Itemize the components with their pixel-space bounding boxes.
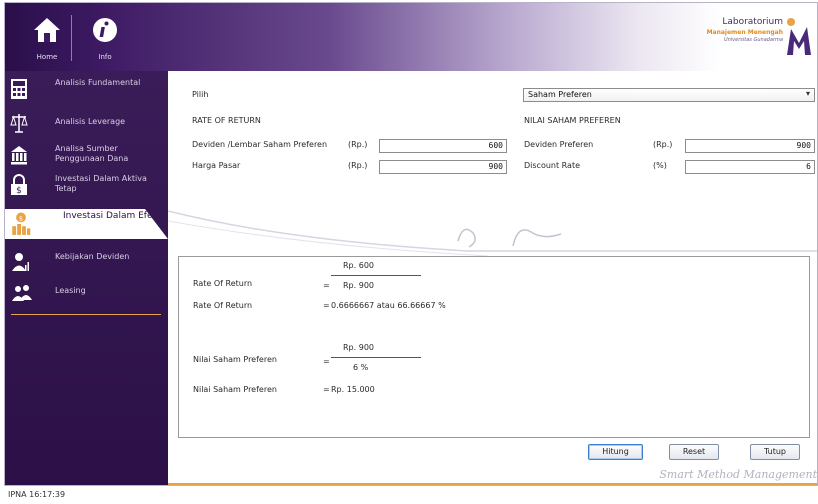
- pilih-select-value: Saham Preferen: [528, 90, 592, 99]
- status-text: IPNA 16:17:39: [8, 490, 66, 499]
- discount-rate-label: Discount Rate: [524, 161, 581, 170]
- ror-result: 0.6666667 atau 66.66667 %: [331, 301, 446, 310]
- deviden-preferen-field[interactable]: 900: [685, 139, 815, 153]
- ror-label-1: Rate Of Return: [193, 279, 253, 288]
- calculator-icon: [11, 79, 27, 99]
- nsp-denominator: 6 %: [353, 363, 369, 372]
- deviden-label: Deviden /Lembar Saham Preferen: [192, 140, 328, 149]
- app-window: Home Info Laboratorium Manajemen Menenga…: [4, 2, 818, 486]
- sidebar-item-label: Analisa Sumber Penggunaan Dana: [55, 144, 129, 163]
- brand-university: Universitas Gunadarma: [723, 37, 783, 43]
- coins-chart-icon: $: [12, 212, 31, 235]
- home-label: Home: [36, 53, 58, 61]
- ror-equals-2: =: [323, 301, 330, 310]
- bottom-accent-bar: [168, 483, 817, 485]
- watermark-text: Smart Method Management: [659, 468, 817, 481]
- ror-denominator: Rp. 900: [343, 281, 374, 290]
- harga-pasar-unit: (Rp.): [348, 161, 368, 170]
- home-button[interactable]: Home: [25, 13, 69, 63]
- brand-title: Laboratorium: [722, 17, 783, 27]
- decorative-swoosh: [168, 210, 817, 257]
- sidebar-item-investasi-efek[interactable]: $ Investasi Dalam Efek: [5, 209, 168, 239]
- ror-label-2: Rate Of Return: [193, 301, 253, 310]
- person-chart-icon: [12, 253, 29, 271]
- lock-dollar-icon: $: [11, 174, 27, 196]
- results-panel: Rate Of Return = Rp. 600 Rp. 900 Rate Of…: [178, 256, 810, 438]
- tutup-button[interactable]: Tutup: [750, 444, 800, 460]
- people-icon: [12, 285, 32, 301]
- info-icon: [93, 18, 117, 42]
- info-label: Info: [98, 53, 112, 61]
- sidebar: Analisis Fundamental Analisis Leverage A…: [5, 71, 168, 485]
- sidebar-item-label: Analisis Fundamental: [55, 78, 141, 87]
- brand-subtitle: Manajemen Menengah: [706, 29, 783, 36]
- sidebar-item-analisis-fundamental[interactable]: Analisis Fundamental: [5, 75, 168, 105]
- sidebar-item-investasi-aktiva[interactable]: $ Investasi Dalam Aktiva Tetap: [5, 171, 168, 201]
- nsp-equals-2: =: [323, 385, 330, 394]
- sidebar-item-label: Kebijakan Deviden: [55, 252, 130, 261]
- sidebar-item-label: Investasi Dalam Efek: [63, 211, 158, 221]
- ror-equals-1: =: [323, 281, 330, 290]
- nsp-label-2: Nilai Saham Preferen: [193, 385, 277, 394]
- ror-heading: RATE OF RETURN: [192, 116, 261, 125]
- fraction-line: [331, 275, 421, 276]
- info-button[interactable]: Info: [83, 13, 127, 63]
- sidebar-divider: [11, 314, 161, 315]
- nsp-result: Rp. 15.000: [331, 385, 375, 394]
- bank-icon: [11, 146, 27, 165]
- svg-text:$: $: [16, 186, 22, 196]
- sidebar-item-leasing[interactable]: Leasing: [5, 279, 168, 309]
- nsp-equals-1: =: [323, 357, 330, 366]
- chevron-down-icon: ▾: [805, 89, 810, 98]
- deviden-field[interactable]: 600: [379, 139, 507, 153]
- deviden-unit: (Rp.): [348, 140, 368, 149]
- sidebar-item-label: Leasing: [55, 286, 86, 295]
- pilih-select[interactable]: Saham Preferen ▾: [523, 88, 815, 102]
- header-divider: [71, 15, 72, 61]
- svg-text:$: $: [19, 215, 23, 223]
- nsp-heading: NILAI SAHAM PREFEREN: [524, 116, 621, 125]
- header-bar: Home Info Laboratorium Manajemen Menenga…: [5, 3, 817, 71]
- discount-rate-field[interactable]: 6: [685, 160, 815, 174]
- brand-m-icon: [787, 18, 811, 55]
- pilih-label: Pilih: [192, 90, 209, 99]
- discount-rate-unit: (%): [653, 161, 667, 170]
- main-panel: Pilih Saham Preferen ▾ RATE OF RETURN De…: [168, 71, 817, 485]
- fraction-line: [331, 357, 421, 358]
- brand-logo: Laboratorium Manajemen Menengah Universi…: [653, 15, 813, 59]
- scale-icon: [10, 114, 28, 133]
- sidebar-item-analisis-leverage[interactable]: Analisis Leverage: [5, 109, 168, 139]
- harga-pasar-label: Harga Pasar: [192, 161, 241, 170]
- sidebar-item-label: Analisis Leverage: [55, 117, 126, 126]
- home-icon: [34, 18, 60, 42]
- sidebar-item-kebijakan-deviden[interactable]: Kebijakan Deviden: [5, 247, 168, 277]
- nsp-label-1: Nilai Saham Preferen: [193, 355, 277, 364]
- hitung-button[interactable]: Hitung: [588, 444, 643, 460]
- nsp-numerator: Rp. 900: [343, 343, 374, 352]
- deviden-preferen-unit: (Rp.): [653, 140, 673, 149]
- sidebar-item-label: Investasi Dalam Aktiva Tetap: [55, 174, 147, 193]
- sidebar-item-analisa-sumber[interactable]: Analisa Sumber Penggunaan Dana: [5, 141, 168, 171]
- ror-numerator: Rp. 600: [343, 261, 374, 270]
- deviden-preferen-label: Deviden Preferen: [524, 140, 594, 149]
- harga-pasar-field[interactable]: 900: [379, 160, 507, 174]
- reset-button[interactable]: Reset: [669, 444, 719, 460]
